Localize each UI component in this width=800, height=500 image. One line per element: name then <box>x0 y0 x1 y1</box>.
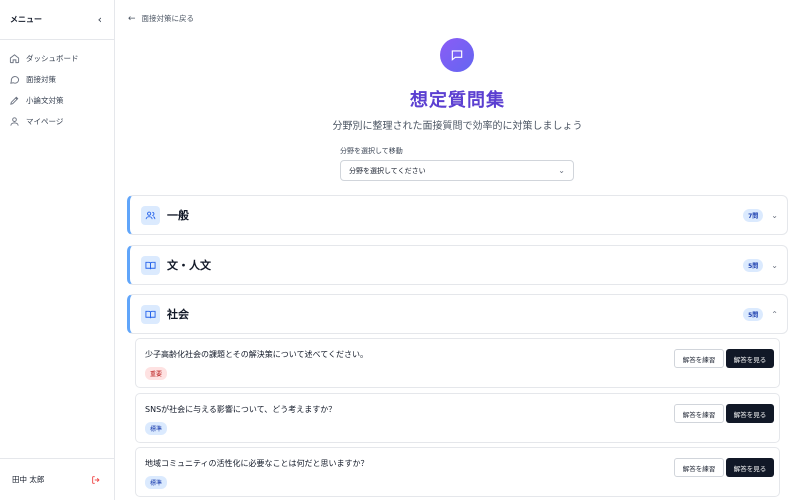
count-badge: 5問 <box>743 258 764 272</box>
view-answer-button[interactable]: 解答を見る <box>726 404 774 423</box>
sidebar-title: メニュー <box>10 15 42 24</box>
main-content: ← 面接対策に戻る 想定質問集 分野別に整理された面接質問で効率的に対策しましょ… <box>115 0 800 500</box>
practice-answer-button[interactable]: 解答を練習 <box>674 458 724 477</box>
section-title: 一般 <box>167 209 189 222</box>
section-general[interactable]: 一般 7問 ⌄ <box>127 195 788 235</box>
question-text: 地域コミュニティの活性化に必要なことは何だと思いますか？ <box>145 459 369 468</box>
section-society[interactable]: 社会 5問 ⌃ <box>127 294 788 334</box>
view-answer-button[interactable]: 解答を見る <box>726 458 774 477</box>
view-answer-button[interactable]: 解答を見る <box>726 349 774 368</box>
logout-icon[interactable] <box>91 475 101 485</box>
chat-bubble-icon <box>8 74 20 86</box>
sidebar-item-interview[interactable]: 面接対策 <box>0 69 114 90</box>
question-card: SNSが社会に与える影響について、どう考えますか？ 標準 解答を練習 解答を見る <box>135 393 780 443</box>
page-title: 想定質問集 <box>410 90 505 111</box>
importance-badge: 標準 <box>145 476 168 489</box>
question-card: 少子高齢化社会の課題とその解決策について述べてください。 重要 解答を練習 解答… <box>135 338 780 388</box>
field-select[interactable]: 分野を選択してください ⌄ <box>340 160 574 181</box>
sidebar-item-label: 面接対策 <box>26 75 56 84</box>
section-title: 社会 <box>167 308 189 321</box>
sidebar-footer: 田中 太郎 <box>0 458 114 500</box>
chevron-down-icon: ⌄ <box>558 166 565 175</box>
chevron-down-icon: ⌄ <box>771 210 778 220</box>
sidebar-item-label: マイページ <box>26 117 64 126</box>
section-title: 文・人文 <box>167 259 211 272</box>
sidebar-item-label: ダッシュボード <box>26 54 79 63</box>
back-link-label: 面接対策に戻る <box>141 14 195 23</box>
users-icon <box>141 205 160 225</box>
count-badge: 7問 <box>743 208 764 222</box>
book-icon <box>141 255 160 275</box>
page-subtitle: 分野別に整理された面接質問で効率的に対策しましょう <box>332 121 583 132</box>
count-badge: 5問 <box>743 307 764 321</box>
question-card: 地域コミュニティの活性化に必要なことは何だと思いますか？ 標準 解答を練習 解答… <box>135 447 780 497</box>
practice-answer-button[interactable]: 解答を練習 <box>674 349 724 368</box>
section-humanities[interactable]: 文・人文 5問 ⌄ <box>127 245 788 285</box>
book-icon <box>141 304 160 324</box>
practice-answer-button[interactable]: 解答を練習 <box>674 404 724 423</box>
user-name: 田中 太郎 <box>12 475 45 484</box>
home-icon <box>8 53 20 65</box>
pen-icon <box>8 95 20 107</box>
question-text: 少子高齢化社会の課題とその解決策について述べてください。 <box>145 350 368 359</box>
user-icon <box>8 116 20 128</box>
chevron-down-icon: ⌄ <box>771 260 778 270</box>
sidebar-item-mypage[interactable]: マイページ <box>0 111 114 132</box>
sidebar-item-dashboard[interactable]: ダッシュボード <box>0 48 114 69</box>
collapse-sidebar-button[interactable]: ‹ <box>98 14 102 25</box>
sidebar-item-label: 小論文対策 <box>26 96 64 105</box>
importance-badge: 重要 <box>145 367 168 380</box>
sidebar-item-essay[interactable]: 小論文対策 <box>0 90 114 111</box>
question-text: SNSが社会に与える影響について、どう考えますか？ <box>145 405 337 414</box>
sidebar-header: メニュー ‹ <box>0 0 114 40</box>
field-select-label: 分野を選択して移動 <box>340 147 403 155</box>
arrow-left-icon: ← <box>128 13 136 24</box>
sidebar: メニュー ‹ ダッシュボード 面接対策 小論文対策 マイページ 田中 太郎 <box>0 0 115 500</box>
sidebar-nav: ダッシュボード 面接対策 小論文対策 マイページ <box>0 40 114 132</box>
back-link[interactable]: ← 面接対策に戻る <box>128 13 194 24</box>
importance-badge: 標準 <box>145 422 168 435</box>
field-select-value: 分野を選択してください <box>349 166 426 175</box>
chevron-up-icon: ⌃ <box>771 309 778 319</box>
chat-bubble-icon <box>440 38 474 72</box>
